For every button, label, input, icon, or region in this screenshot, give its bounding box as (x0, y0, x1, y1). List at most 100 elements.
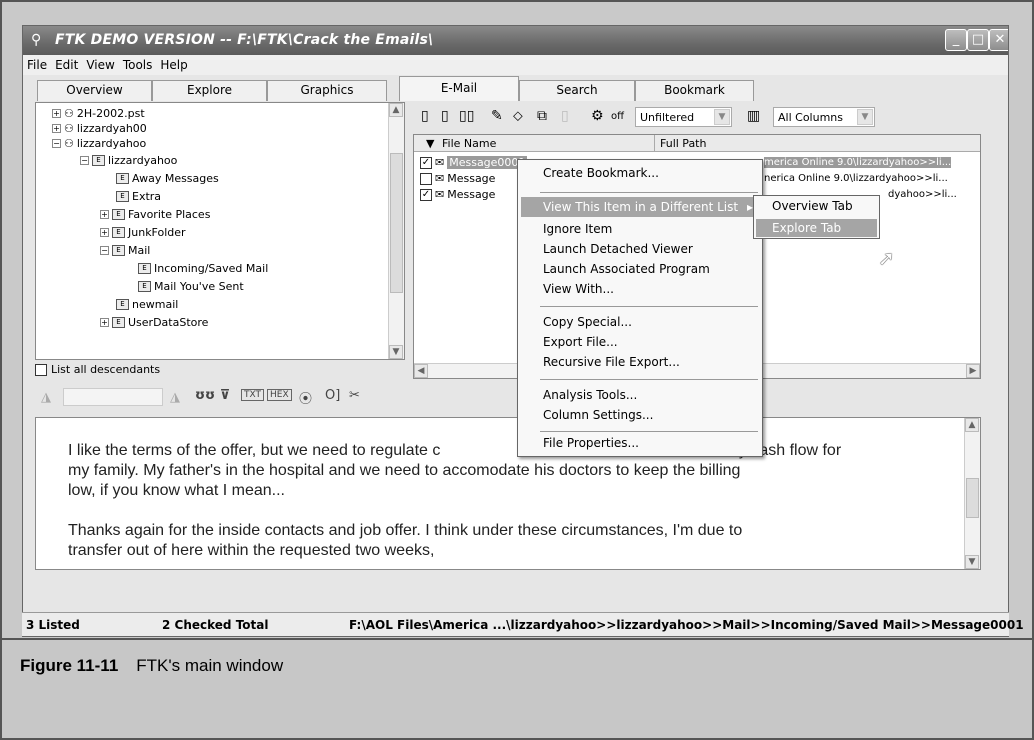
expand-toggle[interactable]: + (100, 209, 109, 219)
tree-item[interactable]: Mail You've Sent (154, 280, 244, 293)
tab-search[interactable]: Search (519, 80, 635, 101)
scroll-up-icon[interactable]: ▲ (389, 103, 403, 117)
email-folder-icon: E (138, 262, 151, 274)
minimize-button[interactable]: _ (945, 29, 967, 51)
tab-overview[interactable]: Overview (37, 80, 152, 101)
scroll-down-icon[interactable]: ▼ (389, 345, 403, 359)
scroll-up-icon[interactable]: ▲ (965, 418, 979, 432)
scroll-down-icon[interactable]: ▼ (965, 555, 979, 569)
email-folder-icon: E (112, 244, 125, 256)
forward-icon[interactable]: ◮ (170, 390, 180, 405)
tree-item[interactable]: Extra (132, 190, 161, 203)
uncheck-all-icon[interactable]: ▯▯ (459, 108, 474, 124)
scroll-left-icon[interactable]: ◀ (414, 364, 428, 378)
columns-icon[interactable]: ▥ (747, 108, 760, 124)
tree-item[interactable]: 2H-2002.pst (77, 107, 145, 120)
hex-view-icon[interactable]: HEX (267, 389, 292, 401)
tree-item[interactable]: lizzardyah00 (77, 122, 147, 135)
figure-caption: Figure 11-11 FTK's main window (2, 638, 1032, 738)
filter-select[interactable]: Unfiltered ▼ (635, 107, 732, 127)
expand-toggle[interactable]: + (100, 227, 109, 237)
tree-item[interactable]: newmail (132, 298, 178, 311)
tab-bookmark[interactable]: Bookmark (635, 80, 754, 101)
tree-item[interactable]: Incoming/Saved Mail (154, 262, 268, 275)
col-full-path[interactable]: Full Path (660, 137, 706, 150)
columns-select[interactable]: All Columns ▼ (773, 107, 875, 127)
tree-scrollbar[interactable]: ▲ ▼ (388, 103, 404, 359)
image-icon[interactable]: ✂ (349, 388, 360, 403)
tree-item[interactable]: UserDataStore (128, 316, 208, 329)
col-divider (654, 135, 655, 151)
check-all-icon[interactable]: ▯ (421, 108, 429, 124)
row-checkbox[interactable]: ✓ (420, 188, 432, 201)
tab-explore[interactable]: Explore (152, 80, 267, 101)
table-row[interactable]: ✓ ✉ Message0001 (420, 155, 528, 170)
menu-file[interactable]: File (23, 55, 51, 72)
menu-recursive-file-export[interactable]: Recursive File Export... (543, 355, 680, 369)
expand-toggle[interactable]: − (52, 138, 61, 148)
menu-copy-special[interactable]: Copy Special... (543, 315, 632, 329)
expand-toggle[interactable]: + (100, 317, 109, 327)
expand-toggle[interactable]: − (100, 245, 109, 255)
tab-email[interactable]: E-Mail (399, 76, 519, 101)
list-all-checkbox[interactable] (35, 363, 47, 376)
maximize-button[interactable]: □ (967, 29, 989, 51)
menu-launch-associated-program[interactable]: Launch Associated Program (543, 262, 710, 276)
preview-scrollbar[interactable]: ▲ ▼ (964, 418, 980, 569)
scroll-right-icon[interactable]: ▶ (966, 364, 980, 378)
viewer-select[interactable] (63, 388, 163, 406)
col-file-name[interactable]: File Name (442, 137, 496, 150)
folder-tree[interactable]: + ⚇ 2H-2002.pst + ⚇ lizzardyah00 − ⚇ lizzardya… (35, 102, 405, 360)
expand-toggle[interactable]: − (80, 155, 89, 165)
viewer-mode-icon[interactable]: ʊʊ ⊽ (195, 388, 230, 403)
tree-item[interactable]: Away Messages (132, 172, 219, 185)
sort-icon: ▼ (426, 137, 435, 150)
expand-toggle[interactable]: + (52, 108, 61, 118)
menu-export-file[interactable]: Export File... (543, 335, 618, 349)
glasses-icon[interactable]: ⦿ (299, 388, 312, 407)
menu-view[interactable]: View (82, 55, 118, 72)
menu-view-with[interactable]: View With... (543, 282, 614, 296)
list-all-descendants[interactable]: List all descendants (35, 363, 160, 376)
menu-column-settings[interactable]: Column Settings... (543, 408, 653, 422)
row-checkbox[interactable]: ✓ (420, 156, 432, 169)
bookmark-icon[interactable]: ✎ (491, 108, 503, 124)
status-bar: 3 Listed 2 Checked Total F:\AOL Files\Am… (22, 612, 1024, 636)
scroll-thumb[interactable] (966, 478, 979, 518)
expand-toggle[interactable]: + (52, 123, 61, 133)
tab-graphics[interactable]: Graphics (267, 80, 387, 101)
back-icon[interactable]: ◮ (41, 390, 51, 405)
tree-item[interactable]: lizzardyahoo (77, 137, 146, 150)
menu-ignore-item[interactable]: Ignore Item (543, 222, 612, 236)
menu-tools[interactable]: Tools (119, 55, 157, 72)
menu-help[interactable]: Help (156, 55, 191, 72)
table-row[interactable]: ✓ ✉ Message (420, 187, 495, 202)
tree-item[interactable]: JunkFolder (128, 226, 186, 239)
tree-item[interactable]: Mail (128, 244, 150, 257)
menu-analysis-tools[interactable]: Analysis Tools... (543, 388, 637, 402)
copy-icon[interactable]: ⧉ (537, 108, 547, 124)
filter-icon[interactable]: ⚙ (591, 108, 604, 124)
submenu-explore-tab[interactable]: Explore Tab (756, 219, 877, 237)
status-checked: 2 Checked Total (162, 618, 269, 632)
figure-text: FTK's main window (136, 656, 284, 675)
scroll-thumb[interactable] (390, 153, 403, 293)
close-button[interactable]: ✕ (989, 29, 1008, 51)
file-icon[interactable]: ▯ (561, 108, 569, 124)
text-view-icon[interactable]: TXT (241, 389, 265, 401)
find-icon[interactable]: Ο] (325, 388, 340, 403)
row-checkbox[interactable] (420, 172, 432, 185)
preview-text-b: dy cash flow for (730, 442, 842, 459)
table-row[interactable]: ✉ Message (420, 171, 495, 186)
check-highlighted-icon[interactable]: ▯ (441, 108, 449, 124)
tree-item[interactable]: Favorite Places (128, 208, 210, 221)
menu-launch-detached-viewer[interactable]: Launch Detached Viewer (543, 242, 693, 256)
menu-edit[interactable]: Edit (51, 55, 82, 72)
menu-create-bookmark[interactable]: Create Bookmark... (543, 166, 659, 180)
row-full-path: merica Online 9.0\lizzardyahoo>>li... (764, 157, 952, 168)
tree-item[interactable]: lizzardyahoo (108, 154, 177, 167)
export-icon[interactable]: ⬦ (513, 108, 523, 124)
submenu-overview-tab[interactable]: Overview Tab (772, 199, 853, 213)
menu-file-properties[interactable]: File Properties... (543, 436, 639, 450)
menu-view-different-list[interactable]: View This Item in a Different List ▸ (521, 197, 759, 217)
